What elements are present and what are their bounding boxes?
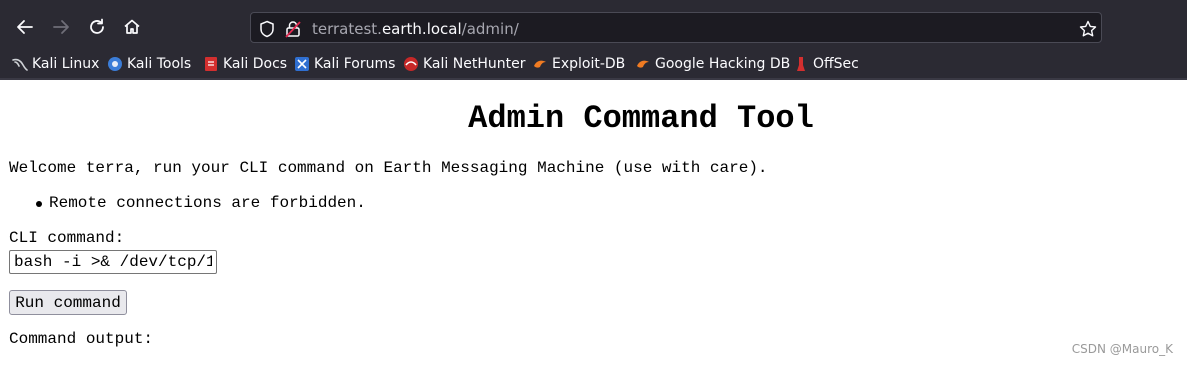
bookmark-exploit-db[interactable]: Exploit-DB (532, 55, 625, 73)
ghdb-icon (635, 56, 651, 72)
offsec-icon (793, 56, 809, 72)
kali-dragon-icon (12, 56, 28, 72)
bookmark-kali-nethunter[interactable]: Kali NetHunter (403, 55, 525, 73)
bookmark-label: Kali Linux (32, 56, 100, 72)
home-button[interactable] (119, 14, 145, 40)
kali-forums-icon (294, 56, 310, 72)
bookmark-label: Kali NetHunter (423, 56, 526, 72)
back-arrow-icon (17, 20, 33, 34)
page-title: Admin Command Tool (468, 100, 814, 137)
notes-list: Remote connections are forbidden. (9, 194, 366, 212)
home-icon (124, 19, 140, 34)
kali-tools-icon (107, 56, 123, 72)
reload-button[interactable] (84, 14, 110, 40)
url-domain: earth.local (381, 20, 462, 38)
bookmark-label: Kali Forums (314, 56, 396, 72)
forward-button[interactable] (48, 14, 74, 40)
url-text[interactable]: terratest.earth.local/admin/ (312, 20, 519, 38)
kali-nethunter-icon (403, 56, 419, 72)
watermark: CSDN @Mauro_K (1071, 342, 1173, 356)
bookmark-kali-docs[interactable]: Kali Docs (203, 55, 287, 73)
bookmark-kali-linux[interactable]: Kali Linux (12, 55, 99, 73)
bookmark-label: Kali Tools (127, 56, 192, 72)
bookmark-label: Exploit-DB (552, 56, 626, 72)
exploit-db-icon (532, 56, 548, 72)
cli-command-input[interactable] (9, 250, 217, 274)
welcome-message: Welcome terra, run your CLI command on E… (9, 159, 768, 177)
forward-arrow-icon (53, 20, 69, 34)
url-subdomain: terratest. (312, 20, 382, 38)
bookmark-google-hacking-db[interactable]: Google Hacking DB (635, 55, 790, 73)
browser-toolbar: terratest.earth.local/admin/ Kali Linux … (0, 0, 1187, 80)
bookmark-star-icon[interactable] (1079, 20, 1097, 38)
shield-icon[interactable] (259, 20, 275, 38)
bookmark-kali-forums[interactable]: Kali Forums (294, 55, 395, 73)
page-content: Admin Command Tool Welcome terra, run yo… (0, 80, 1187, 365)
bookmark-label: OffSec (813, 56, 859, 72)
bookmarks-toolbar: Kali Linux Kali Tools Kali Docs Kali For… (0, 50, 1187, 78)
list-item: Remote connections are forbidden. (9, 194, 366, 212)
address-bar[interactable]: terratest.earth.local/admin/ (250, 12, 1102, 43)
back-button[interactable] (12, 14, 38, 40)
reload-icon (90, 18, 104, 34)
run-command-button[interactable]: Run command (9, 290, 127, 315)
bookmark-label: Kali Docs (223, 56, 288, 72)
command-output-label: Command output: (9, 330, 154, 348)
bookmark-label: Google Hacking DB (655, 56, 791, 72)
cli-command-label: CLI command: (9, 229, 125, 247)
insecure-lock-icon[interactable] (285, 20, 301, 38)
bookmark-kali-tools[interactable]: Kali Tools (107, 55, 191, 73)
bookmark-offsec[interactable]: OffSec (793, 55, 859, 73)
url-path: /admin/ (461, 20, 519, 38)
kali-docs-icon (203, 56, 219, 72)
